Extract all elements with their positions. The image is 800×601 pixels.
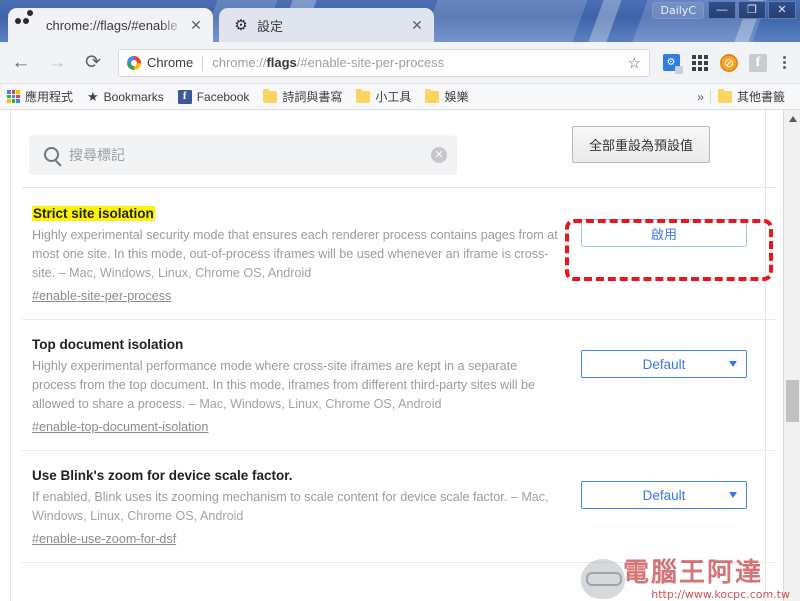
- gear-icon: ⚙: [234, 16, 248, 34]
- bookmark-label: 其他書籤: [736, 90, 785, 104]
- extension-icon-blue[interactable]: ⚙: [658, 50, 684, 76]
- search-icon: [44, 147, 59, 162]
- browser-toolbar: ← → ⟳ Chrome chrome://flags/#enable-site…: [0, 42, 800, 84]
- bookmark-item-facebook[interactable]: f Facebook: [171, 86, 257, 108]
- folder-icon: [425, 88, 440, 103]
- flag-description: If enabled, Blink uses its zooming mecha…: [32, 490, 549, 523]
- flag-description: Highly experimental security mode that e…: [32, 228, 558, 280]
- bookmark-item-apps[interactable]: 應用程式: [0, 86, 80, 108]
- scroll-up-icon[interactable]: [784, 110, 800, 127]
- block-glyph: ⊘: [720, 53, 738, 72]
- minimize-button[interactable]: —: [708, 1, 736, 19]
- flag-permalink[interactable]: #enable-top-document-isolation: [32, 420, 208, 434]
- flag-select-value: Default: [642, 487, 686, 503]
- flag-title: Strict site isolation: [32, 206, 155, 221]
- apps-grid-icon[interactable]: [687, 50, 713, 76]
- flag-title: Top document isolation: [32, 337, 184, 352]
- flag-control: 啟用: [574, 205, 754, 247]
- search-input[interactable]: 搜尋標記 ✕: [29, 134, 457, 175]
- url-text: chrome://flags/#enable-site-per-process: [212, 55, 445, 70]
- folder-icon: [356, 88, 371, 103]
- forward-icon[interactable]: →: [42, 48, 72, 78]
- chevron-down-icon: [729, 361, 737, 367]
- facebook-glyph: f: [749, 53, 767, 72]
- bookmark-folder-tools[interactable]: 小工具: [349, 86, 418, 108]
- bookmark-star-icon[interactable]: ☆: [622, 54, 641, 72]
- enable-button[interactable]: 啟用: [581, 219, 747, 247]
- flag-control: Default: [574, 467, 754, 509]
- page-viewport: 搜尋標記 ✕ 全部重設為預設值 Strict site isolation Hi…: [0, 110, 800, 601]
- bookmarks-overflow-icon[interactable]: »: [691, 90, 710, 104]
- reset-all-button[interactable]: 全部重設為預設值: [571, 126, 710, 163]
- bookmarks-bar: 應用程式 ★ Bookmarks f Facebook 詩詞與書寫 小工具 娛樂…: [0, 84, 800, 110]
- search-placeholder: 搜尋標記: [69, 146, 125, 163]
- back-icon[interactable]: ←: [6, 48, 36, 78]
- tab-chrome-flags[interactable]: chrome://flags/#enable ✕: [8, 8, 213, 42]
- address-bar[interactable]: Chrome chrome://flags/#enable-site-per-p…: [118, 48, 650, 77]
- browser-window: DailyC — ❐ ✕ chrome://flags/#enable ✕ ⚙ …: [0, 0, 800, 601]
- reload-icon[interactable]: ⟳: [78, 48, 108, 78]
- chrome-flags-icon: [15, 10, 38, 33]
- window-controls: — ❐ ✕: [708, 1, 796, 19]
- session-name-badge[interactable]: DailyC: [652, 2, 704, 19]
- bookmark-label: 娛樂: [444, 90, 469, 104]
- flags-list: Strict site isolation Highly experimenta…: [22, 189, 776, 601]
- close-icon[interactable]: ✕: [187, 18, 205, 32]
- flag-text: Top document isolation Highly experiment…: [32, 336, 574, 436]
- extension-glyph: ⚙: [662, 54, 683, 74]
- flag-select[interactable]: Default: [581, 350, 747, 378]
- flag-permalink[interactable]: #enable-site-per-process: [32, 289, 171, 303]
- tab-strip: chrome://flags/#enable ✕ ⚙ 設定 ✕: [8, 8, 434, 42]
- close-window-button[interactable]: ✕: [768, 1, 796, 19]
- chevron-down-icon: [729, 492, 737, 498]
- close-icon[interactable]: ✕: [408, 18, 426, 32]
- bookmark-folder-other[interactable]: 其他書籤: [711, 86, 792, 108]
- flag-entry-top-document-isolation: Top document isolation Highly experiment…: [22, 320, 776, 451]
- extension-icon-orange[interactable]: ⊘: [716, 50, 742, 76]
- chrome-logo-icon: [127, 55, 141, 70]
- flag-select[interactable]: Default: [581, 481, 747, 509]
- flag-entry-strict-site-isolation: Strict site isolation Highly experimenta…: [22, 189, 776, 320]
- bookmark-label: 小工具: [375, 90, 412, 104]
- scrollbar-thumb[interactable]: [786, 380, 799, 422]
- folder-icon: [263, 88, 278, 103]
- flag-platforms: – Mac, Windows, Linux, Chrome OS, Androi…: [188, 397, 442, 411]
- tab-title: 設定: [257, 18, 284, 34]
- vertical-scrollbar[interactable]: [783, 110, 800, 601]
- bookmark-item-bookmarks[interactable]: ★ Bookmarks: [80, 86, 171, 108]
- bookmark-label: Bookmarks: [103, 89, 164, 104]
- flag-title: Use Blink's zoom for device scale factor…: [32, 468, 293, 483]
- site-chip: Chrome: [127, 55, 193, 70]
- flag-control: Default: [574, 336, 754, 378]
- star-icon: ★: [87, 88, 99, 104]
- bookmark-label: 詩詞與書寫: [282, 90, 343, 104]
- flags-page: 搜尋標記 ✕ 全部重設為預設值 Strict site isolation Hi…: [10, 110, 776, 601]
- divider: [202, 54, 204, 71]
- bookmark-label: Facebook: [196, 89, 250, 104]
- facebook-icon: f: [177, 89, 192, 104]
- flag-permalink[interactable]: #enable-use-zoom-for-dsf: [32, 532, 176, 546]
- chrome-menu-icon[interactable]: [774, 56, 794, 69]
- flag-select-value: Default: [642, 356, 686, 372]
- tab-title: chrome://flags/#enable: [46, 17, 178, 33]
- maximize-button[interactable]: ❐: [738, 1, 766, 19]
- apps-grid-icon: [7, 90, 20, 103]
- clear-search-icon[interactable]: ✕: [431, 146, 447, 163]
- folder-icon: [717, 88, 732, 103]
- bookmark-folder-poetry[interactable]: 詩詞與書寫: [256, 86, 349, 108]
- flag-text: Strict site isolation Highly experimenta…: [32, 205, 574, 305]
- tab-settings[interactable]: ⚙ 設定 ✕: [219, 8, 434, 42]
- site-chip-label: Chrome: [147, 55, 194, 70]
- title-bar: DailyC — ❐ ✕ chrome://flags/#enable ✕ ⚙ …: [0, 0, 800, 42]
- flag-text: Use Blink's zoom for device scale factor…: [32, 467, 574, 548]
- flag-description: Highly experimental performance mode whe…: [32, 359, 536, 411]
- extension-icon-facebook[interactable]: f: [745, 50, 771, 76]
- flag-platforms: – Mac, Windows, Linux, Chrome OS, Androi…: [58, 266, 312, 280]
- flag-entry-use-zoom-for-dsf: Use Blink's zoom for device scale factor…: [22, 451, 776, 563]
- bookmark-folder-entertainment[interactable]: 娛樂: [418, 86, 475, 108]
- bookmark-label: 應用程式: [25, 90, 74, 104]
